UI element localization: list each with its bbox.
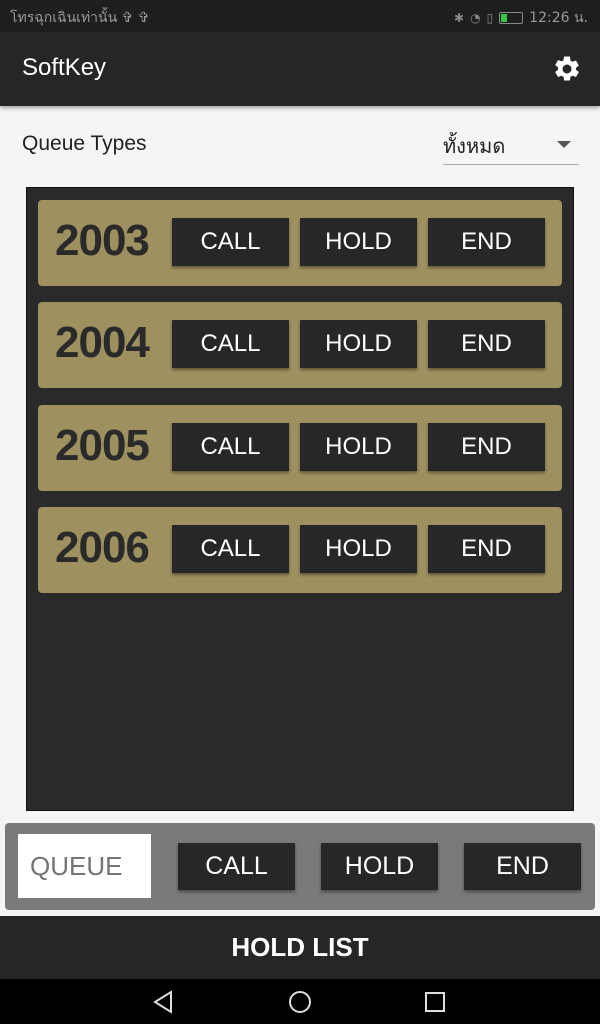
sim-icon: ▯ [486,11,494,25]
call-button[interactable]: CALL [172,423,289,471]
queue-number: 2004 [55,318,150,367]
call-button[interactable]: CALL [172,218,289,266]
queue-row: 2003 CALL HOLD END [38,200,562,286]
hold-button[interactable]: HOLD [300,423,417,471]
end-button[interactable]: END [428,218,545,266]
end-button[interactable]: END [464,843,581,890]
status-time: 12:26 น. [529,10,588,26]
queue-number: 2003 [55,216,150,265]
queue-number: 2005 [55,421,150,470]
battery-icon [499,12,524,24]
hold-list-button[interactable]: HOLD LIST [0,916,600,979]
recents-icon[interactable] [420,987,450,1017]
back-icon[interactable] [149,987,179,1017]
queue-input[interactable] [18,834,151,898]
chevron-down-icon [557,141,571,148]
queue-type-selected: ทั้งหมด [443,134,506,158]
gear-icon[interactable] [552,54,582,84]
hold-button[interactable]: HOLD [321,843,438,890]
end-button[interactable]: END [428,320,545,368]
call-button[interactable]: CALL [178,843,295,890]
queue-type-dropdown[interactable]: ทั้งหมด [443,126,579,165]
home-icon[interactable] [285,987,315,1017]
hold-button[interactable]: HOLD [300,320,417,368]
status-bar: โทรฉุกเฉินเท่านั้น ✞ ✞ ✱ ◔ ▯ 12:26 น. [0,0,600,32]
end-button[interactable]: END [428,423,545,471]
hold-button[interactable]: HOLD [300,218,417,266]
carrier-status-text: โทรฉุกเฉินเท่านั้น ✞ ✞ [10,10,150,26]
call-button[interactable]: CALL [172,525,289,573]
call-button[interactable]: CALL [172,320,289,368]
queue-list-panel: 2003 CALL HOLD END 2004 CALL HOLD END 20… [26,187,574,811]
queue-row: 2005 CALL HOLD END [38,405,562,491]
status-icons: ✱ ◔ ▯ 12:26 น. [454,7,588,29]
queue-row: 2006 CALL HOLD END [38,507,562,593]
wifi-icon: ◔ [470,11,481,25]
queue-control-panel: CALL HOLD END [5,823,595,910]
app-bar: SoftKey [0,32,600,106]
hold-button[interactable]: HOLD [300,525,417,573]
navigation-bar [0,979,600,1024]
queue-number: 2006 [55,523,150,572]
app-title: SoftKey [22,54,107,81]
queue-row: 2004 CALL HOLD END [38,302,562,388]
queue-types-label: Queue Types [22,132,147,155]
bluetooth-icon: ✱ [454,11,465,25]
end-button[interactable]: END [428,525,545,573]
